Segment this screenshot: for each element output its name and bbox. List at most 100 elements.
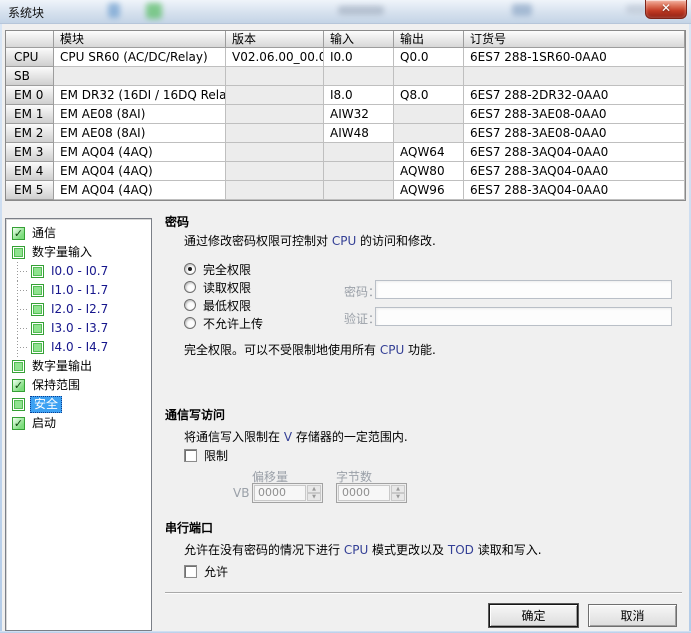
tree-item-label[interactable]: 启动 <box>30 416 58 431</box>
cell-version[interactable]: V02.06.00_00.00... <box>226 48 324 67</box>
permission-radio-option[interactable]: 最低权限 <box>184 296 263 314</box>
cell-input[interactable] <box>324 143 394 162</box>
row-header-cell[interactable]: SB <box>6 67 54 86</box>
green-checkbox-icon[interactable] <box>12 246 25 259</box>
bytes-stepper[interactable]: 0000 ▲ ▼ <box>336 483 407 503</box>
spin-down-icon[interactable]: ▼ <box>391 493 405 501</box>
green-checkbox-icon[interactable] <box>31 265 44 278</box>
cell-output[interactable] <box>394 124 464 143</box>
cell-input[interactable] <box>324 181 394 200</box>
ok-button[interactable]: 确定 <box>489 604 578 627</box>
tree-item-label[interactable]: 安全 <box>30 396 62 413</box>
tree-item-label[interactable]: 数字量输入 <box>30 245 94 260</box>
radio-button-icon[interactable] <box>184 317 196 329</box>
bytes-spin-buttons[interactable]: ▲ ▼ <box>391 485 405 501</box>
row-header-cell[interactable]: EM 1 <box>6 105 54 124</box>
cell-input[interactable] <box>324 162 394 181</box>
tree-item[interactable]: 数字量输出 <box>10 357 151 376</box>
tree-item-label[interactable]: 保持范围 <box>30 378 82 393</box>
row-header-cell[interactable]: EM 4 <box>6 162 54 181</box>
cell-order[interactable]: 6ES7 288-3AQ04-0AA0 <box>464 162 685 181</box>
cell-module[interactable]: EM AE08 (8AI) <box>54 105 226 124</box>
tree-item[interactable]: 安全 <box>10 395 151 414</box>
cell-output[interactable]: AQW80 <box>394 162 464 181</box>
cell-version[interactable] <box>226 162 324 181</box>
cell-order[interactable]: 6ES7 288-2DR32-0AA0 <box>464 86 685 105</box>
green-checkbox-icon[interactable] <box>12 398 25 411</box>
permission-radio-option[interactable]: 完全权限 <box>184 260 263 278</box>
cell-module[interactable]: EM AQ04 (4AQ) <box>54 143 226 162</box>
cell-version[interactable] <box>226 86 324 105</box>
cell-version[interactable] <box>226 143 324 162</box>
tree-item-label[interactable]: I1.0 - I1.7 <box>49 283 110 298</box>
cell-module[interactable]: CPU SR60 (AC/DC/Relay) <box>54 48 226 67</box>
tree-item[interactable]: 数字量输入 <box>10 243 151 262</box>
close-button[interactable]: ✕ <box>645 0 687 19</box>
cell-module[interactable]: EM DR32 (16DI / 16DQ Relay) <box>54 86 226 105</box>
bytes-value[interactable]: 0000 <box>338 485 390 501</box>
cell-output[interactable]: Q8.0 <box>394 86 464 105</box>
cell-order[interactable] <box>464 67 685 86</box>
cell-input[interactable]: AIW48 <box>324 124 394 143</box>
tree-item[interactable]: ✓ 通信 <box>10 224 151 243</box>
cell-module[interactable]: EM AE08 (8AI) <box>54 124 226 143</box>
green-checkbox-icon[interactable] <box>31 303 44 316</box>
cell-output[interactable] <box>394 105 464 124</box>
permission-radio-option[interactable]: 读取权限 <box>184 278 263 296</box>
green-checkbox-icon[interactable] <box>31 284 44 297</box>
green-checkbox-icon[interactable] <box>12 360 25 373</box>
tree-item-label[interactable]: 数字量输出 <box>30 359 94 374</box>
tree-item-label[interactable]: I3.0 - I3.7 <box>49 321 110 336</box>
password-input[interactable] <box>375 280 672 299</box>
tree-item-label[interactable]: I2.0 - I2.7 <box>49 302 110 317</box>
cell-version[interactable] <box>226 181 324 200</box>
row-header-cell[interactable]: CPU <box>6 48 54 67</box>
cell-version[interactable] <box>226 105 324 124</box>
offset-stepper[interactable]: 0000 ▲ ▼ <box>252 483 323 503</box>
cell-version[interactable] <box>226 67 324 86</box>
allow-checkbox[interactable] <box>184 565 197 578</box>
cell-output[interactable]: Q0.0 <box>394 48 464 67</box>
checked-green-checkbox-icon[interactable]: ✓ <box>12 417 25 430</box>
cell-order[interactable]: 6ES7 288-3AE08-0AA0 <box>464 105 685 124</box>
cell-order[interactable]: 6ES7 288-1SR60-0AA0 <box>464 48 685 67</box>
radio-button-icon[interactable] <box>184 281 196 293</box>
cell-output[interactable]: AQW96 <box>394 181 464 200</box>
tree-item[interactable]: I4.0 - I4.7 <box>10 338 151 357</box>
tree-item[interactable]: I1.0 - I1.7 <box>10 281 151 300</box>
verify-input[interactable] <box>375 307 672 326</box>
radio-button-icon[interactable] <box>184 299 196 311</box>
cell-order[interactable]: 6ES7 288-3AE08-0AA0 <box>464 124 685 143</box>
tree-item[interactable]: ✓ 启动 <box>10 414 151 433</box>
tree-item-label[interactable]: I0.0 - I0.7 <box>49 264 110 279</box>
cell-input[interactable]: AIW32 <box>324 105 394 124</box>
spin-up-icon[interactable]: ▲ <box>307 485 321 493</box>
row-header-cell[interactable]: EM 5 <box>6 181 54 200</box>
cell-module[interactable] <box>54 67 226 86</box>
restrict-checkbox[interactable] <box>184 449 197 462</box>
tree-item[interactable]: I2.0 - I2.7 <box>10 300 151 319</box>
permission-radio-option[interactable]: 不允许上传 <box>184 314 263 332</box>
cancel-button[interactable]: 取消 <box>588 604 677 627</box>
row-header-cell[interactable]: EM 0 <box>6 86 54 105</box>
tree-item[interactable]: I3.0 - I3.7 <box>10 319 151 338</box>
cell-module[interactable]: EM AQ04 (4AQ) <box>54 162 226 181</box>
green-checkbox-icon[interactable] <box>31 322 44 335</box>
green-checkbox-icon[interactable] <box>31 341 44 354</box>
cell-input[interactable]: I0.0 <box>324 48 394 67</box>
cell-order[interactable]: 6ES7 288-3AQ04-0AA0 <box>464 181 685 200</box>
cell-order[interactable]: 6ES7 288-3AQ04-0AA0 <box>464 143 685 162</box>
checked-green-checkbox-icon[interactable]: ✓ <box>12 227 25 240</box>
tree-item[interactable]: I0.0 - I0.7 <box>10 262 151 281</box>
offset-spin-buttons[interactable]: ▲ ▼ <box>307 485 321 501</box>
cell-input[interactable]: I8.0 <box>324 86 394 105</box>
cell-input[interactable] <box>324 67 394 86</box>
cell-module[interactable]: EM AQ04 (4AQ) <box>54 181 226 200</box>
cell-output[interactable]: AQW64 <box>394 143 464 162</box>
row-header-cell[interactable]: EM 3 <box>6 143 54 162</box>
tree-item-label[interactable]: 通信 <box>30 226 58 241</box>
cell-version[interactable] <box>226 124 324 143</box>
spin-up-icon[interactable]: ▲ <box>391 485 405 493</box>
title-bar[interactable]: 系统块 <box>0 0 691 24</box>
restrict-checkbox-row[interactable]: 限制 <box>184 447 228 464</box>
